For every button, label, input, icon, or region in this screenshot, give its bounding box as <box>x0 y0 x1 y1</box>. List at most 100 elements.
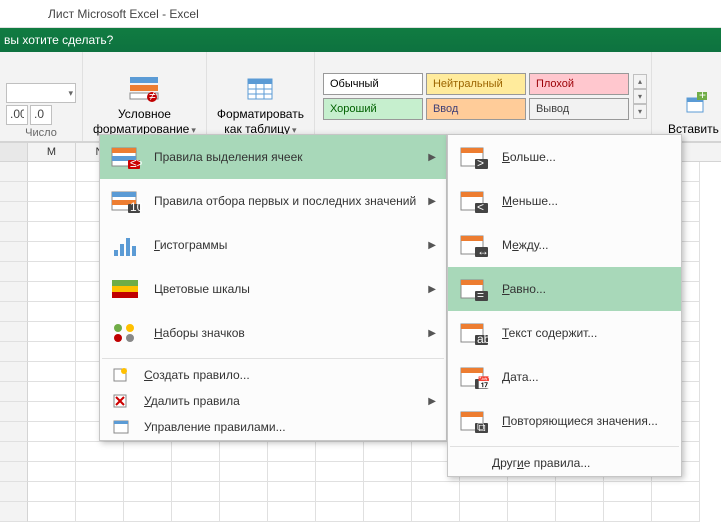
cell[interactable] <box>124 482 172 502</box>
column-header[interactable]: M <box>28 143 76 161</box>
cell[interactable] <box>556 502 604 522</box>
cell[interactable] <box>316 442 364 462</box>
insert-button[interactable]: + Вставить <box>664 86 721 139</box>
cell[interactable] <box>364 482 412 502</box>
submenu-item[interactable]: =Равно... <box>448 267 681 311</box>
cell[interactable] <box>268 482 316 502</box>
menu-item[interactable]: ≤>Правила выделения ячеек▶ <box>100 135 446 179</box>
cell[interactable] <box>316 502 364 522</box>
cell[interactable] <box>220 462 268 482</box>
tell-me-bar[interactable]: вы хотите сделать? <box>0 28 721 52</box>
cell[interactable] <box>652 502 700 522</box>
submenu-item[interactable]: >Больше... <box>448 135 681 179</box>
cell[interactable] <box>508 502 556 522</box>
row-header[interactable] <box>0 422 28 442</box>
cell[interactable] <box>76 462 124 482</box>
cell[interactable] <box>412 482 460 502</box>
decrease-decimal-button[interactable]: .00 <box>6 105 28 125</box>
row-header[interactable] <box>0 382 28 402</box>
menu-item[interactable]: Цветовые шкалы▶ <box>100 267 446 311</box>
row-header[interactable] <box>0 402 28 422</box>
cell[interactable] <box>28 442 76 462</box>
style-input[interactable]: Ввод <box>426 98 526 120</box>
row-header[interactable] <box>0 162 28 182</box>
cell[interactable] <box>28 302 76 322</box>
menu-item[interactable]: Управление правилами... <box>100 414 446 440</box>
cell[interactable] <box>124 502 172 522</box>
cell[interactable] <box>28 422 76 442</box>
menu-item[interactable]: Гистограммы▶ <box>100 223 446 267</box>
submenu-item[interactable]: Другие правила... <box>448 450 681 476</box>
cell[interactable] <box>28 502 76 522</box>
cell[interactable] <box>28 462 76 482</box>
row-header[interactable] <box>0 322 28 342</box>
cell[interactable] <box>460 502 508 522</box>
row-header[interactable] <box>0 342 28 362</box>
row-header[interactable] <box>0 462 28 482</box>
menu-item[interactable]: Удалить правила▶ <box>100 388 446 414</box>
style-normal[interactable]: Обычный <box>323 73 423 95</box>
row-header[interactable] <box>0 182 28 202</box>
submenu-item[interactable]: 📅Дата... <box>448 355 681 399</box>
cell[interactable] <box>220 502 268 522</box>
cell[interactable] <box>124 442 172 462</box>
cell[interactable] <box>76 502 124 522</box>
cell[interactable] <box>28 282 76 302</box>
cell[interactable] <box>28 402 76 422</box>
menu-item[interactable]: Наборы значков▶ <box>100 311 446 355</box>
cell[interactable] <box>412 502 460 522</box>
cell[interactable] <box>604 482 652 502</box>
submenu-item[interactable]: ↔Между... <box>448 223 681 267</box>
cell[interactable] <box>172 502 220 522</box>
cell[interactable] <box>364 442 412 462</box>
cell[interactable] <box>172 442 220 462</box>
cell[interactable] <box>460 482 508 502</box>
style-output[interactable]: Вывод <box>529 98 629 120</box>
menu-item[interactable]: 10Правила отбора первых и последних знач… <box>100 179 446 223</box>
cell[interactable] <box>364 502 412 522</box>
cell[interactable] <box>556 482 604 502</box>
cell[interactable] <box>28 202 76 222</box>
styles-up-button[interactable]: ▴ <box>633 74 647 89</box>
cell[interactable] <box>28 242 76 262</box>
cell[interactable] <box>76 482 124 502</box>
cell[interactable] <box>268 442 316 462</box>
row-header[interactable] <box>0 482 28 502</box>
cell[interactable] <box>652 482 700 502</box>
style-good[interactable]: Хороший <box>323 98 423 120</box>
row-header[interactable] <box>0 442 28 462</box>
cell[interactable] <box>28 222 76 242</box>
cell[interactable] <box>76 442 124 462</box>
row-header[interactable] <box>0 362 28 382</box>
cell[interactable] <box>268 502 316 522</box>
cell[interactable] <box>124 462 172 482</box>
conditional-formatting-button[interactable]: ≠ Условноеформатирование <box>89 71 200 139</box>
cell[interactable] <box>28 382 76 402</box>
submenu-item[interactable]: <Меньше... <box>448 179 681 223</box>
cell[interactable] <box>508 482 556 502</box>
cell[interactable] <box>28 182 76 202</box>
submenu-item[interactable]: ⧉Повторяющиеся значения... <box>448 399 681 443</box>
submenu-item[interactable]: abТекст содержит... <box>448 311 681 355</box>
style-neutral[interactable]: Нейтральный <box>426 73 526 95</box>
cell[interactable] <box>316 462 364 482</box>
select-all-corner[interactable] <box>0 143 28 161</box>
row-header[interactable] <box>0 282 28 302</box>
row-header[interactable] <box>0 202 28 222</box>
format-as-table-button[interactable]: Форматироватькак таблицу <box>213 71 308 139</box>
cell[interactable] <box>316 482 364 502</box>
styles-down-button[interactable]: ▾ <box>633 89 647 104</box>
cell[interactable] <box>28 482 76 502</box>
style-bad[interactable]: Плохой <box>529 73 629 95</box>
increase-decimal-button[interactable]: .0 <box>30 105 52 125</box>
cell[interactable] <box>28 162 76 182</box>
row-header[interactable] <box>0 302 28 322</box>
number-format-dropdown[interactable]: ▾ <box>6 83 76 103</box>
cell[interactable] <box>28 362 76 382</box>
cell[interactable] <box>220 442 268 462</box>
row-header[interactable] <box>0 502 28 522</box>
cell[interactable] <box>28 342 76 362</box>
row-header[interactable] <box>0 262 28 282</box>
cell[interactable] <box>604 502 652 522</box>
cell[interactable] <box>28 322 76 342</box>
